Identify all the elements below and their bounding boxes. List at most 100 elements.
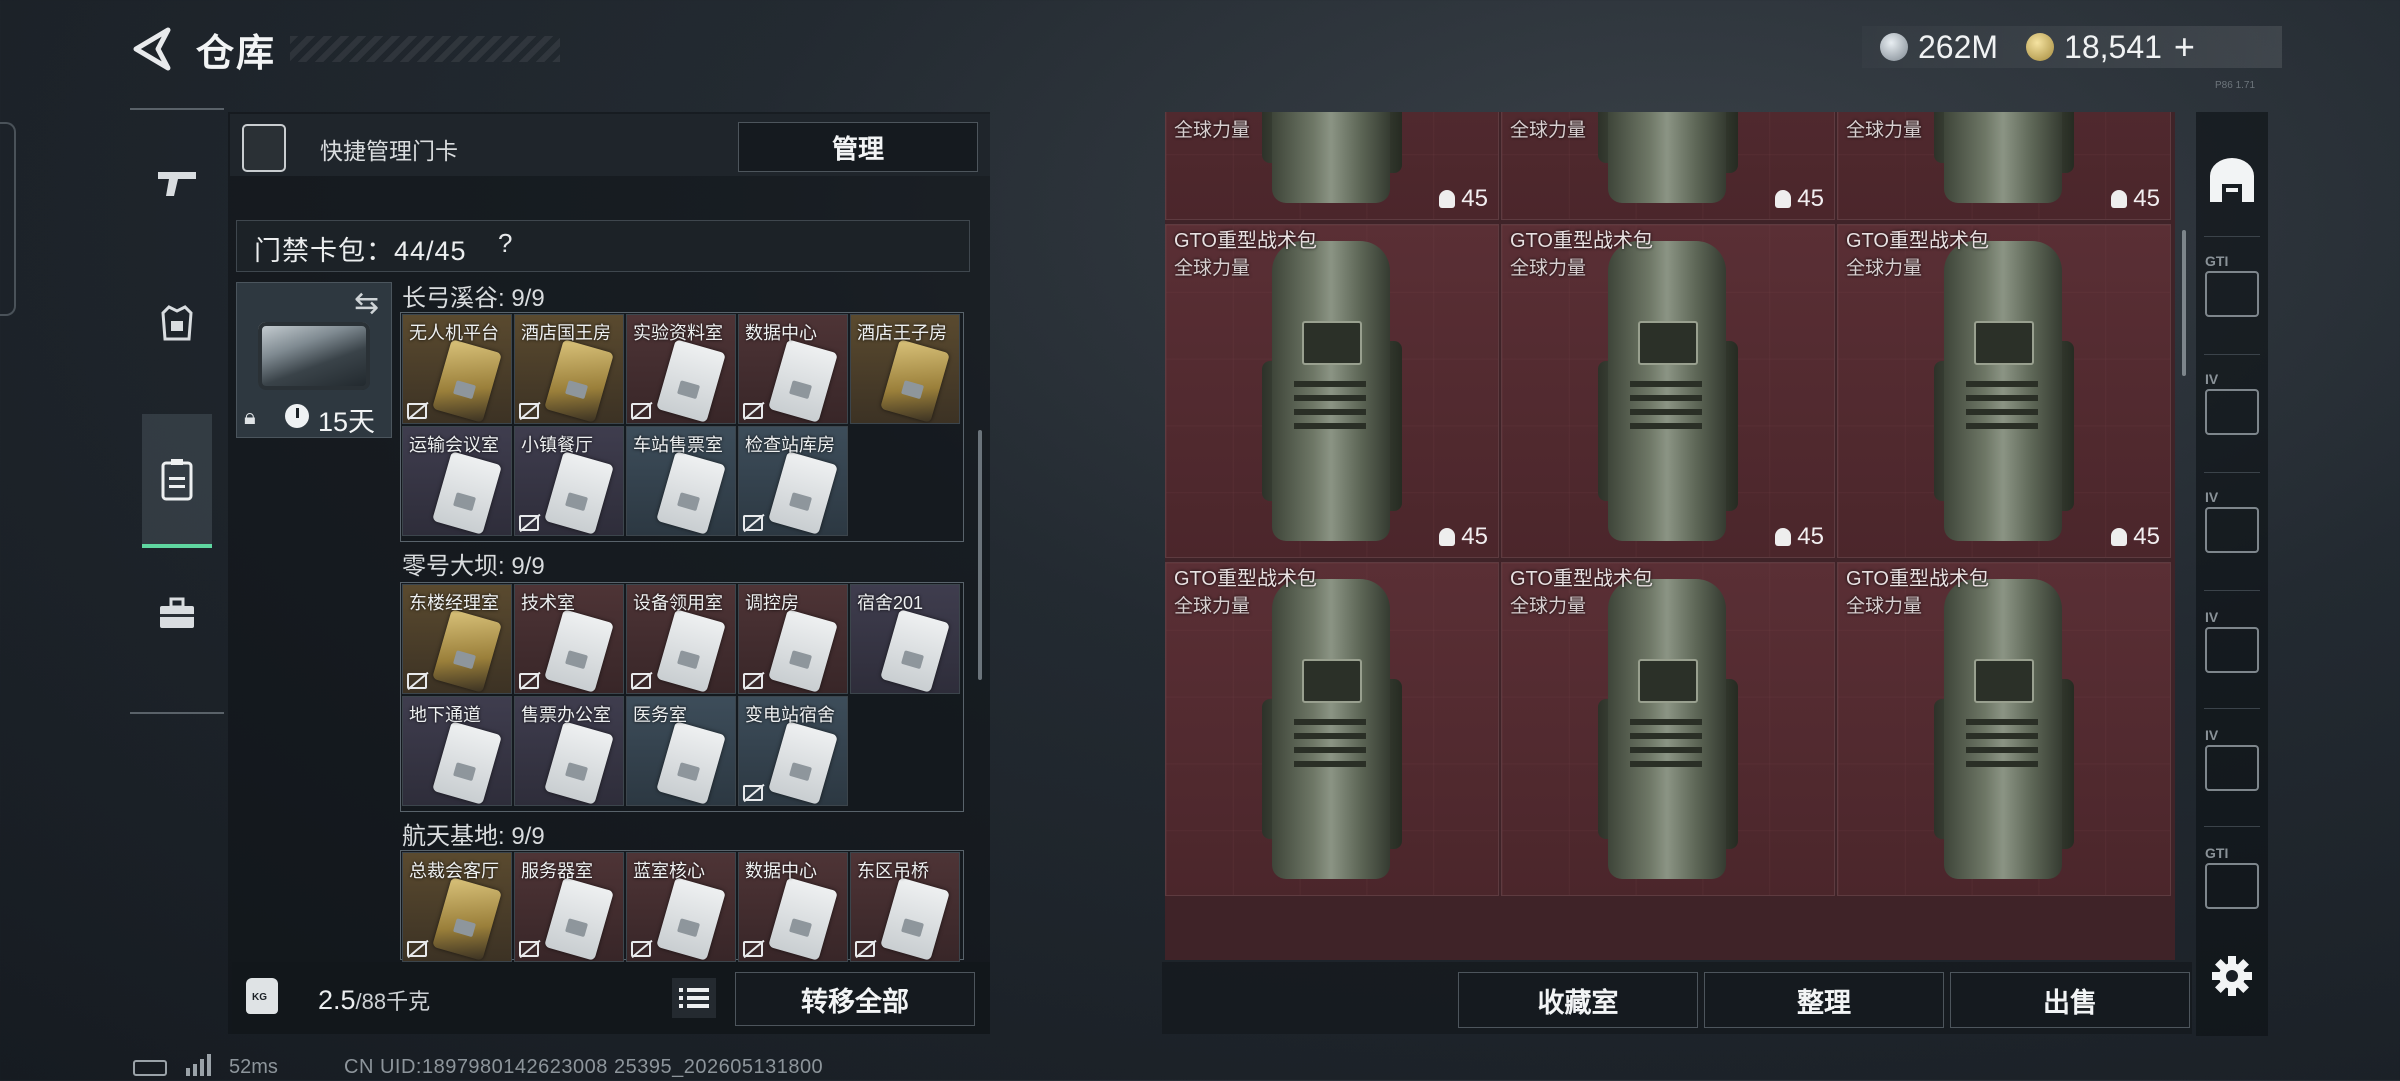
sort-button[interactable]: 整理 [1704,972,1944,1028]
keycard-item[interactable]: 数据中心 [738,314,848,424]
keycard-name: 东楼经理室 [409,593,499,613]
case-label: IV [2205,609,2219,625]
keycard-image [432,721,502,805]
item-count-value: 45 [1797,523,1824,550]
keycard-scrollbar[interactable] [978,430,982,680]
rail-divider [2204,708,2260,709]
keycard-item[interactable]: 无人机平台 [402,314,512,424]
collection-room-button[interactable]: 收藏室 [1458,972,1698,1028]
gun-icon [158,172,196,196]
keycard-item[interactable]: 售票办公室 [514,696,624,806]
gti-case-tab-2[interactable]: GTI [2200,836,2264,936]
keycard-item[interactable]: 检查站库房 [738,426,848,536]
keycard-name: 运输会议室 [409,435,499,455]
backpack-item[interactable]: GTO重型战术包 全球力量 [1501,562,1835,896]
keycard-item[interactable]: 东区吊桥 [850,852,960,962]
iv-case-add-tab-2[interactable]: IV [2200,718,2264,818]
keycard-item[interactable]: 酒店国王房 [514,314,624,424]
rail-divider [2204,472,2260,473]
keycard-name: 酒店国王房 [521,323,611,343]
keycard-item[interactable]: 服务器室 [514,852,624,962]
backpack-item[interactable]: GTO重型战术包 全球力量 [1837,562,2171,896]
version-text: P86 1.71 [2215,80,2256,91]
backpack-image [1934,112,2074,203]
keycard-image [656,451,726,535]
keycard-item[interactable]: 调控房 [738,584,848,694]
iv-case-add-tab-1[interactable]: IV [2200,600,2264,700]
manage-button[interactable]: 管理 [738,122,978,172]
backpack-item[interactable]: 全球力量 45 [1165,112,1499,220]
category-supplies[interactable] [142,568,212,658]
backpack-item[interactable]: GTO重型战术包 全球力量 45 [1501,224,1835,558]
untradeable-icon [855,941,875,957]
keycard-item[interactable]: 东楼经理室 [402,584,512,694]
keycard-name: 酒店王子房 [857,323,947,343]
keycard-name: 东区吊桥 [857,861,929,881]
currency-silver-value: 262M [1918,28,1999,65]
swap-icon[interactable]: ⇆ [354,286,379,321]
backpack-item[interactable]: 全球力量 45 [1501,112,1835,220]
keycard-item[interactable]: 车站售票室 [626,426,736,536]
backpack-image [1262,112,1402,203]
category-armor[interactable] [142,278,212,368]
keycard-item[interactable]: 总裁会客厅 [402,852,512,962]
keycard-case-icon [242,124,286,172]
iv-case-add-icon: IV [2205,609,2259,673]
item-count-value: 45 [2133,523,2160,550]
gold-coin-icon [2026,33,2055,61]
keycard-name: 数据中心 [745,323,817,343]
backpack-item[interactable]: GTO重型战术包 全球力量 45 [1165,224,1499,558]
keycard-item[interactable]: 技术室 [514,584,624,694]
keycard-item[interactable]: 蓝室核心 [626,852,736,962]
backpack-image [1598,241,1738,541]
gti-case-tab[interactable]: GTI [2200,244,2264,344]
keycard-image [432,339,502,423]
category-keycards[interactable] [142,414,212,548]
keycard-name: 地下通道 [409,705,481,725]
item-count: 45 [1439,185,1488,213]
keycard-item[interactable]: 设备领用室 [626,584,736,694]
backpack-image [1598,112,1738,203]
backpack-item[interactable]: 全球力量 45 [1837,112,2171,220]
side-drawer-tab[interactable] [0,122,16,316]
keycard-item[interactable]: 酒店王子房 [850,314,960,424]
backpack-item[interactable]: GTO重型战术包 全球力量 [1165,562,1499,896]
keycard-item[interactable]: 运输会议室 [402,426,512,536]
untradeable-icon [631,403,651,419]
sell-button[interactable]: 出售 [1950,972,2190,1028]
warehouse-icon [2210,158,2254,202]
category-weapons[interactable] [142,138,212,228]
keycard-name: 宿舍201 [857,593,924,613]
keycard-item[interactable]: 医务室 [626,696,736,806]
item-count: 45 [2111,185,2160,213]
backpack-item[interactable]: GTO重型战术包 全球力量 45 [1837,224,2171,558]
warehouse-tab[interactable] [2200,130,2264,230]
item-count: 45 [1775,185,1824,213]
keycard-name: 变电站宿舍 [745,705,835,725]
help-icon[interactable]: ? [498,228,512,259]
keycard-item[interactable]: 变电站宿舍 [738,696,848,806]
back-button[interactable] [128,24,178,74]
keycard-image [656,877,726,961]
keycard-item[interactable]: 实验资料室 [626,314,736,424]
ghost-icon [2111,190,2128,208]
keycard-item[interactable]: 小镇餐厅 [514,426,624,536]
iv-folder-tab-2[interactable]: IV [2200,480,2264,580]
keycard-image [544,339,614,423]
keycard-image [544,721,614,805]
keycard-item[interactable]: 数据中心 [738,852,848,962]
list-view-button[interactable] [672,978,716,1018]
storage-scrollbar[interactable] [2182,230,2186,376]
group-title: 长弓溪谷: 9/9 [402,285,545,312]
transfer-all-button[interactable]: 转移全部 [735,972,975,1026]
keycard-item[interactable]: 宿舍201 [850,584,960,694]
weight-value: 2.5/88千克 [318,984,430,1016]
untradeable-icon [407,941,427,957]
keycard-image [768,451,838,535]
keycard-image [432,609,502,693]
settings-button[interactable] [2200,928,2264,1024]
keycard-item[interactable]: 地下通道 [402,696,512,806]
iv-folder-tab-1[interactable]: IV [2200,362,2264,462]
untradeable-icon [519,941,539,957]
add-currency-button[interactable]: + [2174,26,2195,68]
